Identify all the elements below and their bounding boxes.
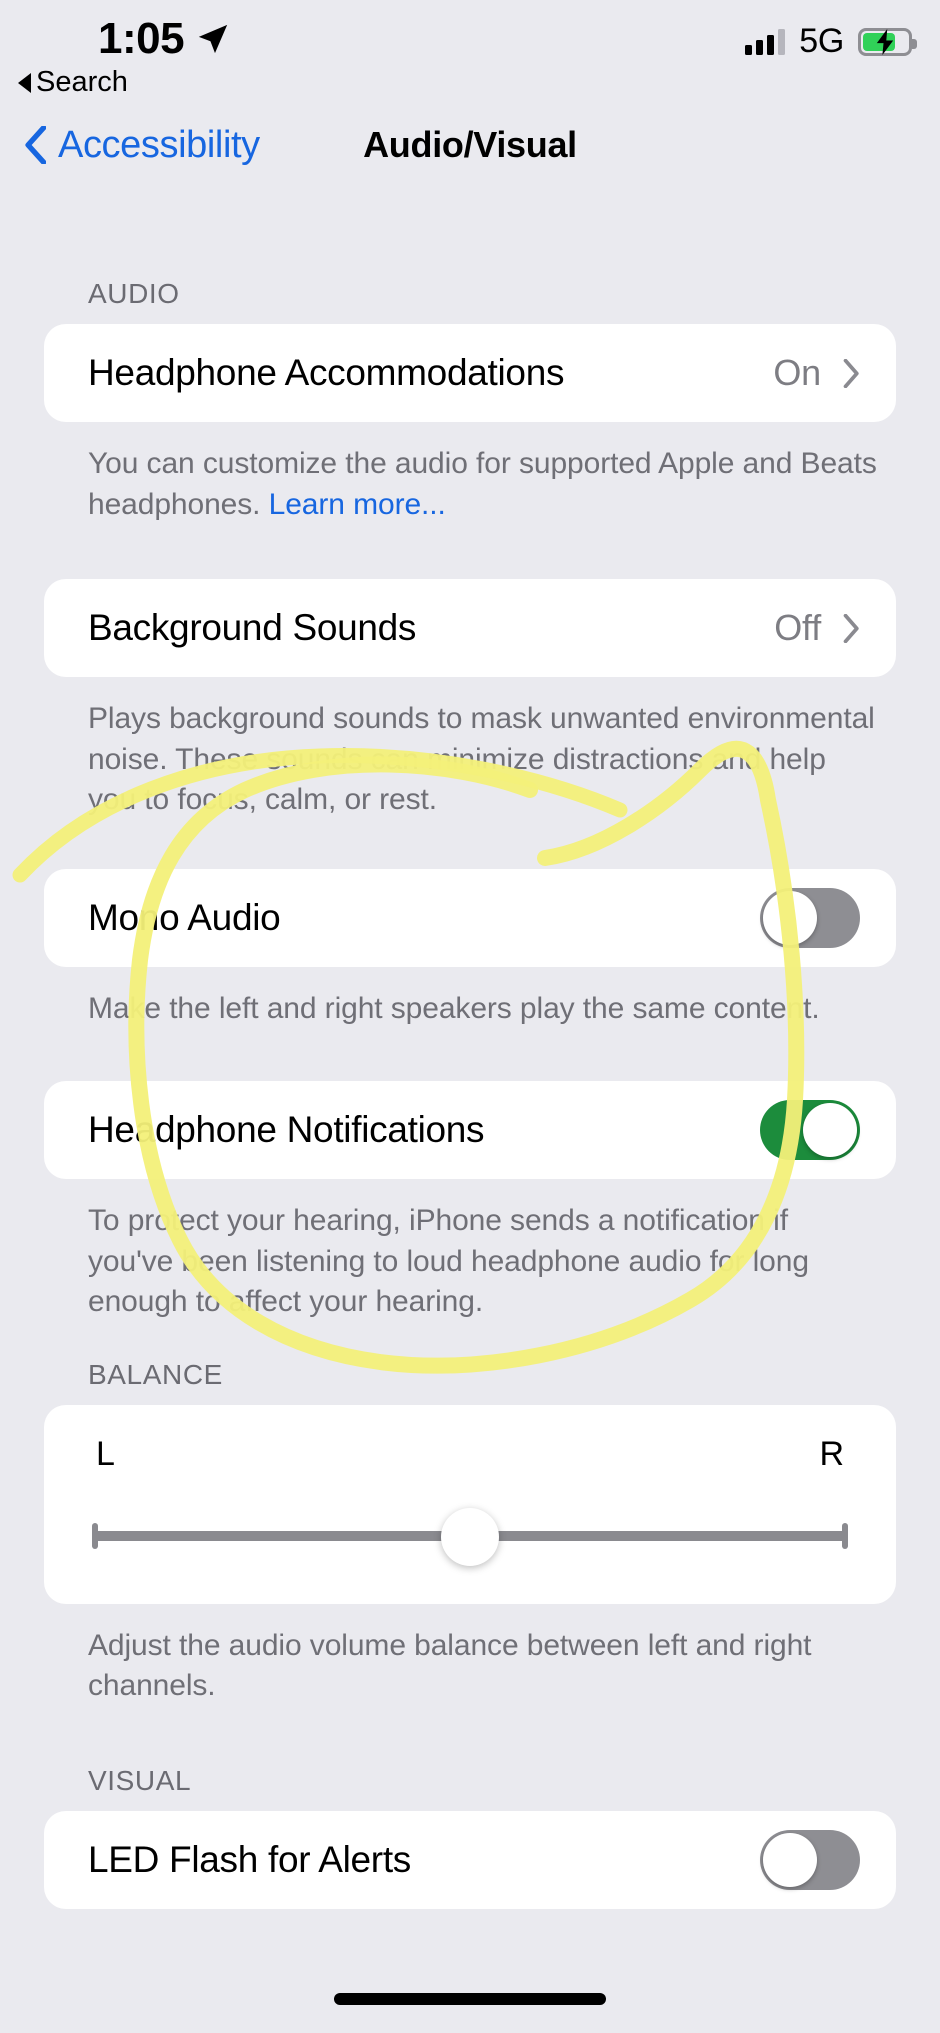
balance-slider[interactable]	[92, 1507, 848, 1566]
status-bar: 1:05 5G Search	[0, 0, 940, 100]
status-bar-time: 1:05	[98, 14, 185, 63]
toggle-knob	[763, 890, 817, 945]
back-button-accessibility[interactable]: Accessibility	[24, 110, 260, 180]
chevron-left-icon	[25, 126, 46, 164]
row-label-headphone-accommodations: Headphone Accommodations	[88, 352, 565, 393]
home-indicator	[334, 1993, 606, 2005]
section-header-visual: VISUAL	[88, 1764, 192, 1796]
section-header-audio: AUDIO	[88, 278, 180, 309]
row-label-headphone-notifications: Headphone Notifications	[88, 1109, 485, 1150]
card-balance: L R	[44, 1404, 896, 1604]
row-led-flash-for-alerts[interactable]: LED Flash for Alerts	[44, 1811, 896, 1909]
navigation-bar: Accessibility Audio/Visual	[0, 110, 940, 190]
balance-channel-labels: L R	[44, 1435, 896, 1474]
row-value-background-sounds: Off	[774, 607, 821, 648]
footnote-headphone-accommodations: You can customize the audio for supporte…	[0, 422, 940, 525]
cellular-bars-icon	[745, 28, 786, 55]
chevron-right-icon	[843, 358, 859, 388]
row-mono-audio[interactable]: Mono Audio	[44, 869, 896, 967]
row-label-background-sounds: Background Sounds	[88, 607, 417, 648]
row-label-led-flash-for-alerts: LED Flash for Alerts	[88, 1838, 412, 1880]
back-button-label: Accessibility	[58, 123, 260, 166]
balance-left-label: L	[96, 1434, 115, 1473]
row-background-sounds[interactable]: Background Sounds Off	[44, 579, 896, 677]
iphone-screen: 1:05 5G Search Accessibility Audio/Visua…	[0, 0, 940, 2033]
back-to-search-button[interactable]: Search	[18, 66, 128, 99]
card-mono-audio: Mono Audio	[44, 868, 896, 967]
row-value-headphone-accommodations: On	[773, 352, 821, 393]
toggle-headphone-notifications[interactable]	[760, 1100, 860, 1160]
toggle-knob	[803, 1103, 857, 1157]
footnote-balance: Adjust the audio volume balance between …	[88, 1628, 812, 1703]
footnote-background-sounds: Plays background sounds to mask unwanted…	[88, 702, 875, 816]
back-triangle-icon	[18, 72, 31, 93]
card-background-sounds: Background Sounds Off	[44, 579, 896, 677]
location-arrow-icon	[198, 24, 228, 54]
slider-knob[interactable]	[441, 1507, 499, 1566]
card-headphone-accommodations: Headphone Accommodations On	[44, 324, 896, 422]
balance-right-label: R	[819, 1434, 844, 1473]
footnote-mono-audio: Make the left and right speakers play th…	[88, 991, 820, 1025]
network-type-label: 5G	[799, 22, 844, 60]
status-bar-right: 5G	[745, 22, 917, 61]
row-label-mono-audio: Mono Audio	[88, 896, 281, 938]
back-to-search-label: Search	[36, 66, 128, 98]
card-headphone-notifications: Headphone Notifications	[44, 1081, 896, 1179]
toggle-mono-audio[interactable]	[760, 887, 860, 948]
footnote-headphone-notifications: To protect your hearing, iPhone sends a …	[88, 1204, 809, 1318]
chevron-right-icon	[843, 613, 859, 643]
section-header-balance: BALANCE	[88, 1358, 223, 1390]
toggle-led-flash-for-alerts[interactable]	[760, 1829, 860, 1890]
slider-end-cap-left	[92, 1522, 98, 1549]
slider-end-cap-right	[842, 1522, 848, 1549]
toggle-knob	[763, 1832, 817, 1887]
settings-list: AUDIO Headphone Accommodations On You ca…	[0, 190, 940, 1909]
footnote-text: You can customize the audio for supporte…	[88, 447, 877, 521]
card-led-flash: LED Flash for Alerts	[44, 1810, 896, 1909]
learn-more-link[interactable]: Learn more...	[269, 488, 446, 521]
bolt-icon	[876, 28, 894, 55]
row-headphone-accommodations[interactable]: Headphone Accommodations On	[44, 324, 896, 422]
battery-charging-icon	[858, 27, 917, 56]
row-headphone-notifications[interactable]: Headphone Notifications	[44, 1081, 896, 1179]
